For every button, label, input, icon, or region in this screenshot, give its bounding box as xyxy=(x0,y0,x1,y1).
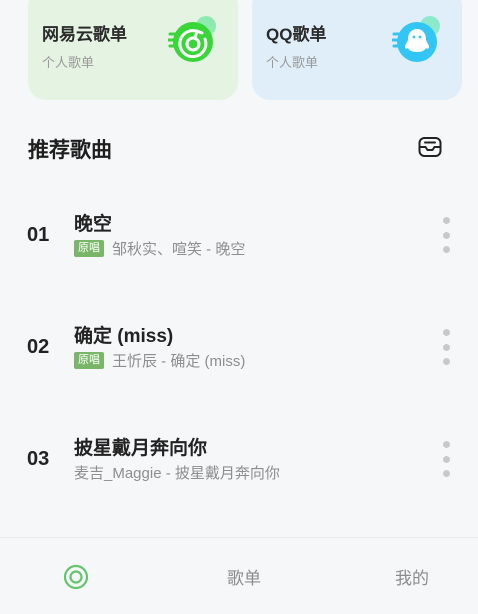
card-subtitle: 个人歌单 xyxy=(42,55,95,70)
song-meta: 原唱 邹秋实、喧笑 - 晚空 xyxy=(74,238,245,259)
more-options-icon[interactable] xyxy=(440,441,452,477)
nav-playlist-tab[interactable]: 歌单 xyxy=(208,538,280,614)
card-title: QQ歌单 xyxy=(266,25,327,44)
target-icon xyxy=(63,564,89,589)
song-artist: 麦吉_Maggie - 披星戴月奔向你 xyxy=(74,465,280,482)
more-options-icon[interactable] xyxy=(440,329,452,365)
inbox-tray-icon[interactable] xyxy=(417,134,443,160)
netease-playlist-card[interactable]: 网易云歌单 个人歌单 xyxy=(28,0,238,100)
song-number: 02 xyxy=(27,336,50,358)
song-meta: 原唱 王忻辰 - 确定 (miss) xyxy=(74,350,245,371)
song-title: 确定 (miss) xyxy=(74,326,174,347)
netease-cloud-music-icon xyxy=(168,16,216,62)
song-meta: 麦吉_Maggie - 披星戴月奔向你 xyxy=(74,462,280,483)
song-item[interactable]: 02 确定 (miss) 原唱 王忻辰 - 确定 (miss) xyxy=(0,312,478,392)
nav-home-tab[interactable] xyxy=(40,538,112,614)
more-options-icon[interactable] xyxy=(440,217,452,253)
original-badge: 原唱 xyxy=(74,352,104,369)
nav-playlist-label: 歌单 xyxy=(227,569,261,588)
nav-mine-tab[interactable]: 我的 xyxy=(376,538,448,614)
nav-mine-label: 我的 xyxy=(395,569,429,588)
playlist-source-cards: 网易云歌单 个人歌单 QQ歌单 个人歌单 xyxy=(0,0,478,100)
song-artist: 邹秋实、喧笑 - 晚空 xyxy=(112,241,246,258)
original-badge: 原唱 xyxy=(74,240,104,257)
qq-penguin-icon xyxy=(392,16,440,62)
qq-playlist-card[interactable]: QQ歌单 个人歌单 xyxy=(252,0,462,100)
song-title: 晚空 xyxy=(74,214,113,235)
song-item[interactable]: 01 晚空 原唱 邹秋实、喧笑 - 晚空 xyxy=(0,200,478,280)
section-title: 推荐歌曲 xyxy=(28,139,112,162)
song-artist: 王忻辰 - 确定 (miss) xyxy=(112,353,246,370)
song-item[interactable]: 03 披星戴月奔向你 麦吉_Maggie - 披星戴月奔向你 xyxy=(0,424,478,504)
card-subtitle: 个人歌单 xyxy=(266,55,319,70)
card-title: 网易云歌单 xyxy=(42,25,127,44)
song-number: 03 xyxy=(27,448,50,470)
song-title: 披星戴月奔向你 xyxy=(74,438,208,459)
bottom-navigation: 歌单 我的 xyxy=(0,537,478,614)
song-number: 01 xyxy=(27,224,50,246)
